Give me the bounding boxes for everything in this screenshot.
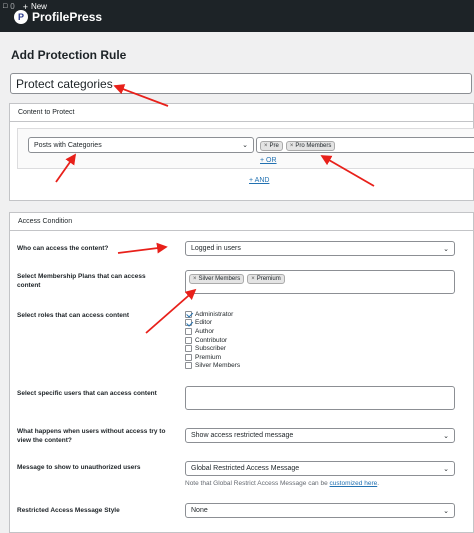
- role-option[interactable]: Premium: [185, 353, 240, 362]
- content-type-value: Posts with Categories: [34, 141, 102, 149]
- message-style-value: None: [191, 507, 208, 514]
- chevron-down-icon: ⌄: [242, 142, 248, 149]
- specific-users-label: Select specific users that can access co…: [17, 390, 157, 397]
- remove-icon[interactable]: ×: [290, 143, 294, 149]
- who-can-access-label: Who can access the content?: [17, 245, 109, 252]
- no-access-label: What happens when users without access t…: [17, 428, 166, 444]
- message-style-select[interactable]: None ⌄: [185, 503, 455, 518]
- chevron-down-icon: ⌄: [443, 245, 449, 253]
- remove-icon[interactable]: ×: [193, 276, 197, 282]
- role-label: Editor: [195, 319, 212, 327]
- chevron-down-icon: ⌄: [443, 432, 449, 440]
- checkbox[interactable]: [185, 327, 192, 335]
- term-tag[interactable]: × Pro Members: [285, 141, 336, 151]
- profilepress-logo-icon: P: [14, 10, 28, 24]
- checkbox-checked[interactable]: [185, 319, 192, 327]
- no-access-select[interactable]: Show access restricted message ⌄: [185, 428, 455, 443]
- plan-tag[interactable]: × Premium: [247, 274, 285, 284]
- role-label: Subscriber: [195, 345, 227, 353]
- who-can-access-value: Logged in users: [191, 245, 241, 252]
- roles-checklist: Administrator Editor Author Contributor …: [185, 310, 240, 370]
- access-condition-panel: Access Condition Who can access the cont…: [9, 212, 474, 533]
- checkbox[interactable]: [185, 345, 192, 353]
- panel-heading: Content to Protect: [10, 104, 473, 122]
- no-access-value: Show access restricted message: [191, 432, 294, 439]
- role-option[interactable]: Editor: [185, 319, 240, 328]
- checkbox[interactable]: [185, 353, 192, 361]
- role-option[interactable]: Author: [185, 327, 240, 336]
- note-prefix: Note that Global Restrict Access Message…: [185, 480, 328, 487]
- content-to-protect-panel: Content to Protect Posts with Categories…: [9, 103, 474, 201]
- plan-tag-label: Silver Members: [198, 276, 241, 282]
- content-type-select[interactable]: Posts with Categories ⌄: [28, 137, 254, 153]
- customize-link[interactable]: customized here: [330, 480, 378, 487]
- brand-name: ProfilePress: [32, 10, 103, 24]
- terms-select[interactable]: × Pre × Pro Members: [256, 137, 474, 153]
- plan-tag-label: Premium: [256, 276, 281, 282]
- remove-icon[interactable]: ×: [251, 276, 255, 282]
- role-label: Premium: [195, 353, 222, 361]
- comments-item[interactable]: □ 0: [3, 2, 15, 11]
- chevron-down-icon: ⌄: [443, 465, 449, 473]
- panel-heading: Access Condition: [10, 213, 473, 231]
- term-tag-label: Pro Members: [295, 143, 332, 149]
- checkbox-checked[interactable]: [185, 310, 192, 318]
- who-can-access-select[interactable]: Logged in users ⌄: [185, 241, 455, 256]
- note-suffix: .: [377, 480, 380, 487]
- role-label: Contributor: [195, 336, 228, 344]
- brand-logo: P ProfilePress: [14, 8, 102, 26]
- term-tag[interactable]: × Pre: [260, 141, 283, 151]
- specific-users-input[interactable]: [185, 386, 455, 410]
- remove-icon[interactable]: ×: [264, 143, 268, 149]
- membership-plans-label: Select Membership Plans that can access …: [17, 273, 146, 289]
- chevron-down-icon: ⌄: [443, 507, 449, 515]
- role-option[interactable]: Contributor: [185, 336, 240, 345]
- term-tag-label: Pre: [269, 143, 279, 149]
- plan-tag[interactable]: × Silver Members: [189, 274, 245, 284]
- membership-plans-select[interactable]: × Silver Members × Premium: [185, 270, 455, 294]
- role-option[interactable]: Subscriber: [185, 344, 240, 353]
- message-value: Global Restricted Access Message: [191, 465, 300, 472]
- role-option[interactable]: Administrator: [185, 310, 240, 319]
- roles-label: Select roles that can access content: [17, 312, 129, 319]
- message-style-label: Restricted Access Message Style: [17, 507, 120, 514]
- rule-row: Posts with Categories ⌄ × Pre × Pro Memb…: [17, 128, 474, 169]
- rule-title-input[interactable]: Protect categories: [10, 73, 472, 94]
- page-title: Add Protection Rule: [11, 48, 127, 62]
- role-label: Administrator: [195, 310, 234, 318]
- add-and-link[interactable]: + AND: [249, 177, 269, 184]
- role-label: Silver Members: [195, 362, 241, 370]
- role-option[interactable]: Silver Members: [185, 362, 240, 371]
- comment-icon: □: [3, 3, 8, 10]
- message-select[interactable]: Global Restricted Access Message ⌄: [185, 461, 455, 476]
- checkbox[interactable]: [185, 362, 192, 370]
- message-label: Message to show to unauthorized users: [17, 464, 141, 471]
- role-label: Author: [195, 327, 215, 335]
- add-or-link[interactable]: + OR: [260, 157, 277, 164]
- checkbox[interactable]: [185, 336, 192, 344]
- message-note: Note that Global Restrict Access Message…: [185, 480, 379, 487]
